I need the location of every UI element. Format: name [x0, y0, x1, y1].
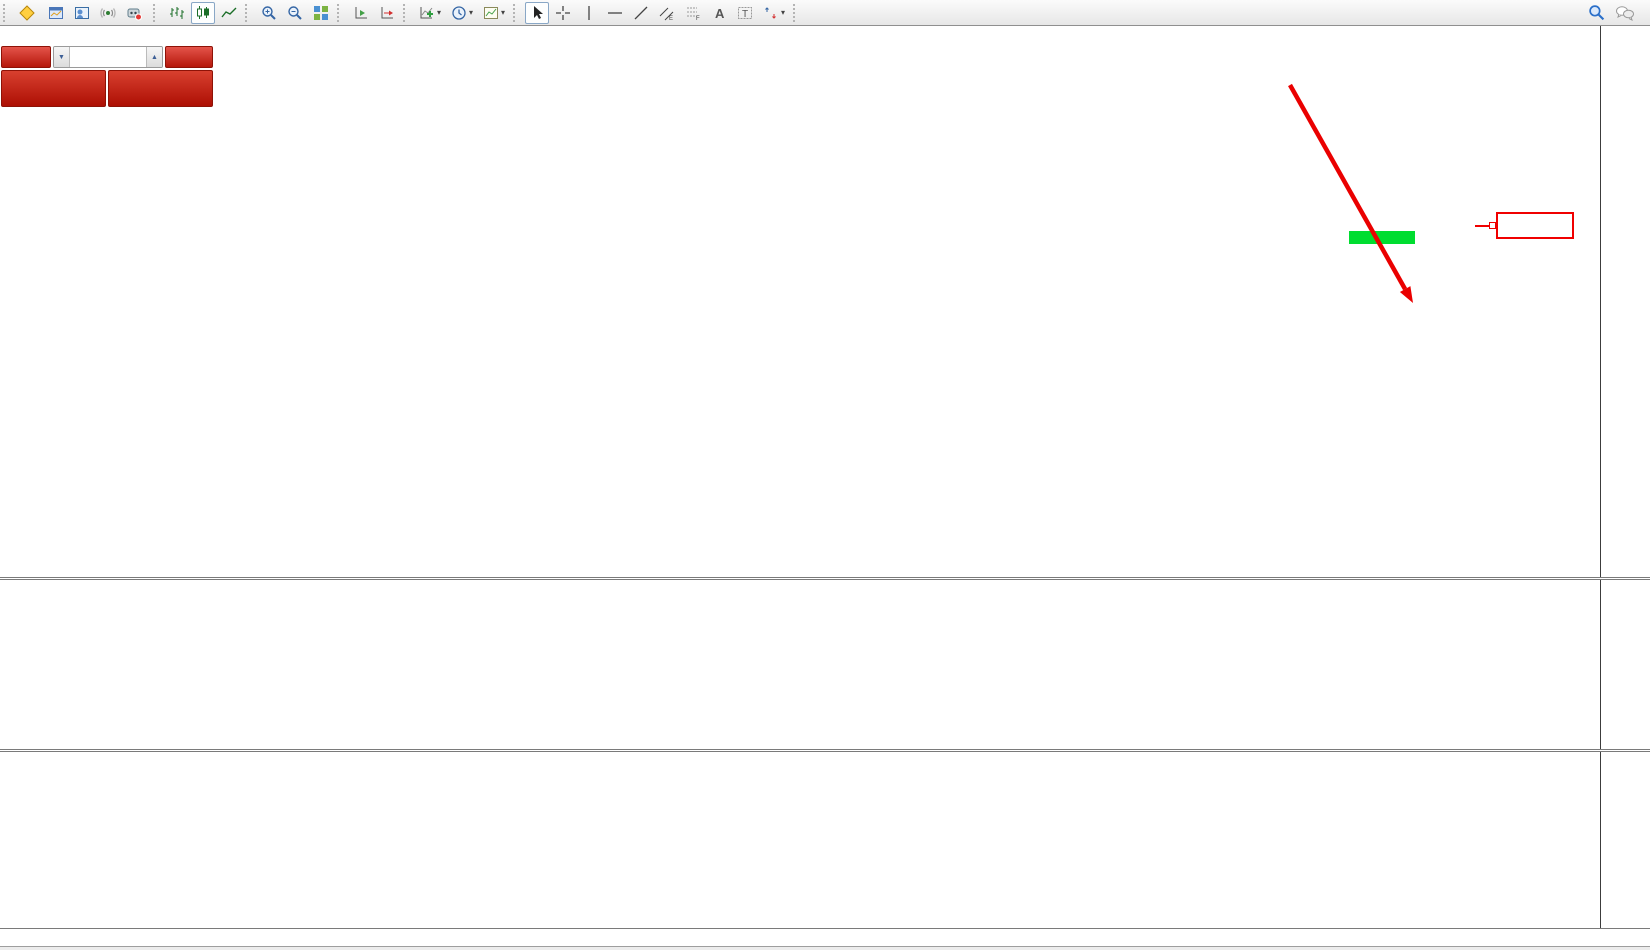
candlestick-chart-icon [195, 5, 211, 21]
autotrading-icon [126, 5, 142, 21]
profiles-icon [48, 5, 64, 21]
fibonacci-tool-button[interactable]: F [681, 2, 705, 24]
window-bottom-edge [0, 946, 1650, 950]
sell-button[interactable] [1, 46, 51, 68]
chart-shift-button[interactable] [375, 2, 399, 24]
main-toolbar: ▾ ▾ ▾ E F A T ▾ [0, 0, 1650, 26]
hline-tool-button[interactable] [603, 2, 627, 24]
charts-button[interactable] [70, 2, 94, 24]
buy-button[interactable] [165, 46, 213, 68]
trend-arrow[interactable] [1270, 70, 1430, 315]
trendline-icon [633, 5, 649, 21]
zoom-in-button[interactable] [257, 2, 281, 24]
arrows-tool-button[interactable]: ▾ [759, 2, 789, 24]
vertical-line-icon [581, 5, 597, 21]
equidistant-channel-icon: E [659, 5, 675, 21]
chart-candles-button[interactable] [191, 2, 215, 24]
sell-price-display[interactable] [1, 70, 106, 107]
signal-icon [100, 5, 116, 21]
toolbar-grip [403, 4, 409, 22]
new-order-icon [19, 5, 35, 21]
toolbar-right-group [1583, 2, 1640, 24]
volume-increase-icon[interactable]: ▲ [146, 47, 162, 67]
dropdown-caret-icon: ▾ [437, 8, 441, 17]
text-icon: A [711, 5, 727, 21]
dropdown-caret-icon: ▾ [469, 8, 473, 17]
chart-shift-icon [379, 5, 395, 21]
text-tool-button[interactable]: A [707, 2, 731, 24]
crosshair-icon [555, 5, 571, 21]
svg-text:F: F [696, 16, 700, 21]
price-box-connector-square [1489, 222, 1496, 229]
cursor-tool-button[interactable] [525, 2, 549, 24]
svg-text:T: T [742, 9, 748, 20]
search-button[interactable] [1584, 2, 1609, 24]
fibonacci-icon: F [685, 5, 701, 21]
volume-stepper: ▼ ▲ [53, 46, 163, 68]
templates-icon [483, 5, 499, 21]
zoom-in-icon [261, 5, 277, 21]
toolbar-grip [3, 4, 9, 22]
search-icon [1588, 4, 1605, 21]
volume-input[interactable] [70, 47, 146, 67]
time-axis-line [0, 928, 1650, 929]
tile-windows-icon [313, 5, 329, 21]
auto-scroll-icon [353, 5, 369, 21]
svg-text:A: A [715, 6, 725, 21]
autotrading-button[interactable] [122, 2, 149, 24]
trendline-tool-button[interactable] [629, 2, 653, 24]
volume-decrease-icon[interactable]: ▼ [54, 47, 70, 67]
cursor-icon [529, 5, 545, 21]
auto-scroll-button[interactable] [349, 2, 373, 24]
dropdown-caret-icon: ▾ [781, 8, 785, 17]
line-chart-icon [221, 5, 237, 21]
charts-icon [74, 5, 90, 21]
bar-chart-icon [169, 5, 185, 21]
toolbar-grip [337, 4, 343, 22]
crosshair-tool-button[interactable] [551, 2, 575, 24]
pane-divider-main-macd[interactable] [0, 577, 1650, 580]
indicators-button[interactable]: ▾ [415, 2, 445, 24]
horizontal-line-icon [607, 5, 623, 21]
indicators-icon [419, 5, 435, 21]
toolbar-grip [513, 4, 519, 22]
buy-price-display[interactable] [108, 70, 213, 107]
profiles-button[interactable] [44, 2, 68, 24]
new-order-button[interactable] [15, 2, 42, 24]
templates-button[interactable]: ▾ [479, 2, 509, 24]
price-axis-line [1600, 26, 1601, 928]
chat-button[interactable] [1611, 2, 1639, 24]
price-callout-box[interactable] [1496, 212, 1574, 239]
tile-windows-button[interactable] [309, 2, 333, 24]
dropdown-caret-icon: ▾ [501, 8, 505, 17]
signal-button[interactable] [96, 2, 120, 24]
price-box-connector-line [1475, 225, 1489, 227]
text-label-icon: T [737, 5, 753, 21]
chat-icon [1615, 5, 1635, 21]
periods-button[interactable]: ▾ [447, 2, 477, 24]
text-label-tool-button[interactable]: T [733, 2, 757, 24]
arrow-objects-icon [763, 5, 779, 21]
chart-bars-button[interactable] [165, 2, 189, 24]
toolbar-grip [245, 4, 251, 22]
zoom-out-icon [287, 5, 303, 21]
vline-tool-button[interactable] [577, 2, 601, 24]
chart-line-button[interactable] [217, 2, 241, 24]
toolbar-grip [153, 4, 159, 22]
toolbar-grip [793, 4, 799, 22]
clock-icon [451, 5, 467, 21]
zoom-out-button[interactable] [283, 2, 307, 24]
svg-text:E: E [669, 16, 673, 21]
channel-tool-button[interactable]: E [655, 2, 679, 24]
pane-divider-macd-rsi[interactable] [0, 749, 1650, 752]
one-click-trading-panel: ▼ ▲ [0, 45, 214, 108]
